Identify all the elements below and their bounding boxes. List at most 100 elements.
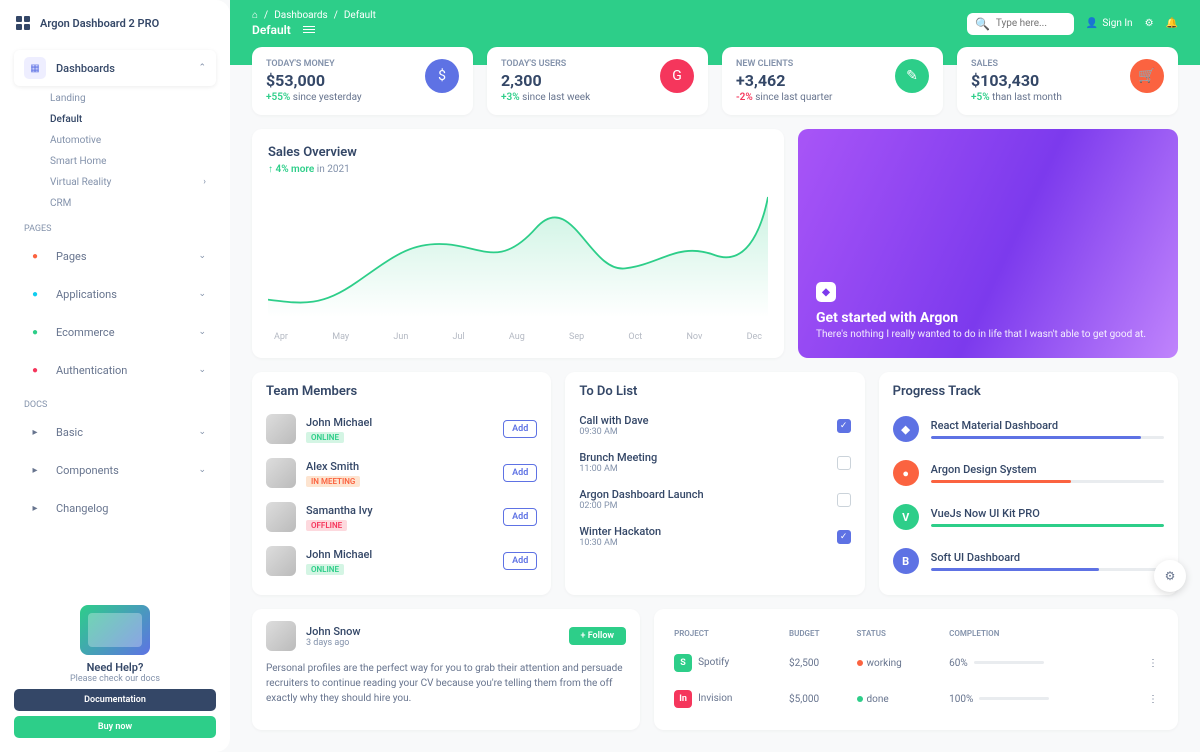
todo-item: Winter Hackaton10:30 AM <box>579 518 850 555</box>
stat-icon: G <box>660 59 694 93</box>
applications-icon: ● <box>24 283 46 305</box>
promo-icon: ◆ <box>816 282 836 302</box>
status-badge: ONLINE <box>306 432 344 443</box>
checkbox[interactable] <box>837 419 851 433</box>
chart-subtitle: ↑ 4% more in 2021 <box>268 164 768 175</box>
help-sub: Please check our docs <box>14 674 216 684</box>
nav-sub-landing[interactable]: Landing <box>14 88 216 109</box>
team-member: Alex SmithIN MEETING Add <box>266 451 537 495</box>
settings-icon[interactable]: ⚙ <box>1145 18 1154 29</box>
chevron-down-icon: ⌄ <box>198 327 206 337</box>
checkbox[interactable] <box>837 493 851 507</box>
promo-card[interactable]: ◆ Get started with Argon There's nothing… <box>798 129 1178 358</box>
stat-card: TODAY'S MONEY $53,000 +55% since yesterd… <box>252 47 473 115</box>
table-row: InInvision $5,000 done 100% ⋮ <box>670 682 1162 716</box>
more-icon[interactable]: ⋮ <box>1148 658 1158 669</box>
team-member: Samantha IvyOFFLINE Add <box>266 495 537 539</box>
chevron-down-icon: ⌄ <box>198 289 206 299</box>
settings-fab[interactable]: ⚙ <box>1154 560 1186 592</box>
project-icon: B <box>893 548 919 574</box>
home-icon[interactable]: ⌂ <box>252 10 258 21</box>
project-icon: In <box>674 690 692 708</box>
todo-item: Brunch Meeting11:00 AM <box>579 444 850 481</box>
todo-item: Call with Dave09:30 AM <box>579 407 850 444</box>
nav-pages[interactable]: ●Pages⌄ <box>14 238 216 274</box>
brand-logo[interactable]: Argon Dashboard 2 PRO <box>14 14 216 32</box>
nav-dashboards[interactable]: ▦Dashboards ⌃ <box>14 50 216 86</box>
nav-pages-header: PAGES <box>14 214 216 238</box>
team-members-card: Team Members John MichaelONLINE Add Alex… <box>252 372 551 595</box>
avatar <box>266 458 296 488</box>
buy-now-button[interactable]: Buy now <box>14 716 216 738</box>
documentation-button[interactable]: Documentation <box>14 689 216 711</box>
project-icon: ◆ <box>893 416 919 442</box>
search-icon: 🔍 <box>975 17 990 31</box>
team-member: John MichaelONLINE Add <box>266 407 537 451</box>
follow-button[interactable]: + Follow <box>569 627 627 645</box>
more-icon[interactable]: ⋮ <box>1148 694 1158 705</box>
table-row: SSpotify $2,500 working 60% ⋮ <box>670 646 1162 680</box>
brand-name: Argon Dashboard 2 PRO <box>40 17 159 30</box>
chevron-down-icon: ⌄ <box>198 251 206 261</box>
project-icon: S <box>674 654 692 672</box>
chart-title: Sales Overview <box>268 145 768 160</box>
add-button[interactable]: Add <box>503 552 537 570</box>
ecommerce-icon: ● <box>24 321 46 343</box>
avatar <box>266 502 296 532</box>
progress-item: ◆ React Material Dashboard <box>893 407 1164 451</box>
status-badge: OFFLINE <box>306 520 347 531</box>
monitor-icon: ▦ <box>24 57 46 79</box>
nav-authentication[interactable]: ●Authentication⌄ <box>14 352 216 388</box>
project-icon: ● <box>893 460 919 486</box>
stat-icon: ✎ <box>895 59 929 93</box>
add-button[interactable]: Add <box>503 508 537 526</box>
nav-sub-smart-home[interactable]: Smart Home <box>14 151 216 172</box>
sales-chart <box>268 185 768 325</box>
avatar <box>266 414 296 444</box>
menu-toggle-icon[interactable] <box>303 26 315 33</box>
stat-icon: $ <box>425 59 459 93</box>
nav-applications[interactable]: ●Applications⌄ <box>14 276 216 312</box>
help-title: Need Help? <box>14 661 216 674</box>
team-member: John MichaelONLINE Add <box>266 539 537 583</box>
progress-item: ● Argon Design System <box>893 451 1164 495</box>
add-button[interactable]: Add <box>503 420 537 438</box>
todo-item: Argon Dashboard Launch02:00 PM <box>579 481 850 518</box>
promo-title: Get started with Argon <box>816 310 1160 326</box>
components-icon: ▸ <box>24 459 46 481</box>
checkbox[interactable] <box>837 530 851 544</box>
search-box[interactable]: 🔍 <box>967 13 1074 35</box>
project-icon: V <box>893 504 919 530</box>
basic-icon: ▸ <box>24 421 46 443</box>
projects-table-card: PROJECTBUDGETSTATUSCOMPLETION SSpotify $… <box>654 609 1178 730</box>
nav-components[interactable]: ▸Components⌄ <box>14 452 216 488</box>
status-badge: IN MEETING <box>306 476 360 487</box>
nav-sub-automotive[interactable]: Automotive <box>14 130 216 151</box>
checkbox[interactable] <box>837 456 851 470</box>
notifications-icon[interactable]: 🔔 <box>1166 18 1178 29</box>
sidebar: Argon Dashboard 2 PRO ▦Dashboards ⌃ Land… <box>0 0 230 752</box>
nav-sub-virtual-reality[interactable]: Virtual Reality› <box>14 172 216 193</box>
chevron-up-icon: ⌃ <box>198 63 206 73</box>
authentication-icon: ● <box>24 359 46 381</box>
progress-card: Progress Track ◆ React Material Dashboar… <box>879 372 1178 595</box>
stat-card: SALES $103,430 +5% than last month 🛒 <box>957 47 1178 115</box>
sales-overview-card: Sales Overview ↑ 4% more in 2021 AprMayJ… <box>252 129 784 358</box>
nav-basic[interactable]: ▸Basic⌄ <box>14 414 216 450</box>
profile-card: John Snow 3 days ago + Follow Personal p… <box>252 609 640 730</box>
nav-changelog[interactable]: ▸Changelog <box>14 490 216 526</box>
logo-icon <box>14 14 32 32</box>
search-input[interactable] <box>996 18 1066 29</box>
sign-in-link[interactable]: 👤 Sign In <box>1086 18 1133 29</box>
add-button[interactable]: Add <box>503 464 537 482</box>
breadcrumb: ⌂/ Dashboards/ Default <box>252 10 376 21</box>
promo-text: There's nothing I really wanted to do in… <box>816 329 1160 340</box>
progress-item: V VueJs Now UI Kit PRO <box>893 495 1164 539</box>
nav-sub-crm[interactable]: CRM <box>14 193 216 214</box>
nav-docs-header: DOCS <box>14 390 216 414</box>
nav-sub-default[interactable]: Default <box>14 109 216 130</box>
changelog-icon: ▸ <box>24 497 46 519</box>
avatar <box>266 621 296 651</box>
nav-ecommerce[interactable]: ●Ecommerce⌄ <box>14 314 216 350</box>
pages-icon: ● <box>24 245 46 267</box>
